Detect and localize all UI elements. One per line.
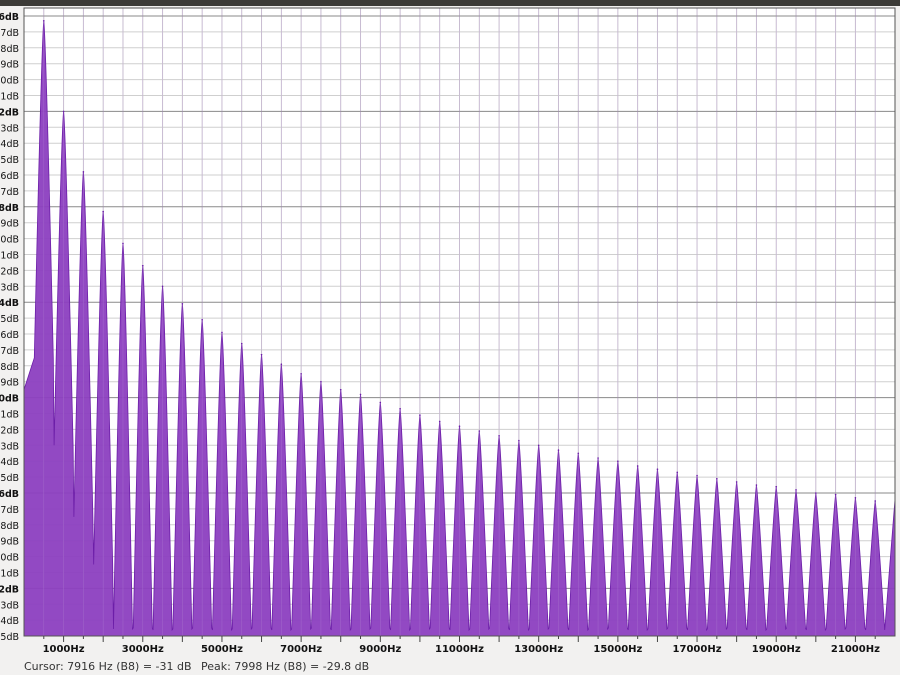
y-tick-label: 1dB [0, 92, 19, 103]
harmonic-peak-marker [696, 474, 698, 477]
x-tick-label: 15000Hz [593, 644, 642, 655]
y-tick-label: 1dB [0, 569, 19, 580]
harmonic-peak-marker [438, 420, 441, 423]
y-tick-label: 6dB [0, 12, 19, 23]
harmonic-peak-marker [834, 493, 837, 496]
y-tick-label: 3dB [0, 282, 19, 293]
harmonic-peak-marker [716, 477, 718, 480]
harmonic-peak-marker [498, 434, 500, 437]
y-tick-label: 0dB [0, 235, 19, 246]
y-tick-label: 7dB [0, 28, 19, 39]
spectrum-chart[interactable]: 6dB 7dB 8dB 9dB 0dB 1dB 2dB 3dB 4dB 5dB 6dB 7dB 8dB 9… [0, 6, 900, 658]
harmonic-peak-marker [676, 471, 679, 474]
harmonic-peak-marker [300, 372, 302, 375]
y-tick-label: 8dB [0, 362, 19, 373]
cursor-readout: Cursor: 7916 Hz (B8) = -31 dB [24, 660, 192, 673]
x-tick-label: 5000Hz [201, 644, 243, 655]
harmonic-peak-marker [399, 407, 401, 410]
y-tick-label: 2dB [0, 425, 19, 436]
x-tick-label: 1000Hz [43, 644, 85, 655]
y-tick-label: 5dB [0, 314, 19, 325]
y-tick-label: 8dB [0, 203, 19, 214]
y-tick-label: 4dB [0, 616, 19, 627]
harmonic-peak-marker [735, 481, 738, 483]
harmonic-peak-marker [201, 318, 203, 321]
y-tick-label: 9dB [0, 219, 19, 230]
y-tick-label: 8dB [0, 521, 19, 532]
y-tick-label: 7dB [0, 187, 19, 198]
harmonic-peak-marker [815, 492, 817, 494]
x-tick-label: 11000Hz [435, 644, 484, 655]
harmonic-peak-marker [82, 171, 85, 173]
y-tick-label: 0dB [0, 76, 19, 87]
y-tick-label: 0dB [0, 394, 19, 405]
harmonic-peak-marker [42, 19, 45, 22]
y-tick-label: 9dB [0, 537, 19, 548]
y-tick-label: 5dB [0, 473, 19, 484]
harmonic-peak-marker [379, 401, 382, 404]
harmonic-peak-marker [62, 110, 65, 113]
harmonic-peak-marker [240, 342, 243, 345]
y-tick-label: 8dB [0, 44, 19, 55]
harmonic-peak-marker [458, 425, 461, 428]
harmonic-peak-marker [478, 430, 481, 432]
y-tick-label: 3dB [0, 600, 19, 611]
harmonic-peak-marker [557, 449, 560, 451]
y-tick-label: 1dB [0, 251, 19, 262]
y-tick-label: 5dB [0, 632, 19, 643]
harmonic-peak-marker [755, 484, 758, 486]
x-tick-label: 9000Hz [359, 644, 401, 655]
y-tick-label: 1dB [0, 410, 19, 421]
peak-readout: Peak: 7998 Hz (B8) = -29.8 dB [201, 660, 370, 673]
y-tick-label: 9dB [0, 378, 19, 389]
harmonic-peak-marker [597, 457, 599, 459]
harmonic-peak-marker [617, 460, 619, 463]
harmonic-peak-marker [577, 452, 580, 455]
x-tick-label: 3000Hz [122, 644, 164, 655]
x-tick-label: 21000Hz [831, 644, 880, 655]
x-tick-label: 13000Hz [514, 644, 563, 655]
x-tick-label: 17000Hz [673, 644, 722, 655]
y-tick-label: 4dB [0, 457, 19, 468]
harmonic-peak-marker [141, 264, 144, 267]
harmonic-peak-marker [320, 380, 322, 383]
harmonic-peak-marker [260, 353, 263, 356]
y-tick-label: 2dB [0, 584, 19, 595]
harmonic-peak-marker [636, 465, 639, 467]
harmonic-peak-marker [339, 388, 342, 391]
harmonic-peak-marker [102, 210, 104, 213]
harmonic-peak-marker [122, 242, 124, 245]
y-tick-label: 9dB [0, 60, 19, 71]
harmonic-peak-marker [775, 485, 778, 488]
y-tick-label: 4dB [0, 298, 19, 309]
y-tick-label: 2dB [0, 266, 19, 277]
y-tick-label: 3dB [0, 441, 19, 452]
x-tick-label: 7000Hz [280, 644, 322, 655]
y-tick-label: 3dB [0, 123, 19, 134]
y-tick-label: 0dB [0, 553, 19, 564]
status-bar: Cursor: 7916 Hz (B8) = -31 dB Peak: 7998… [24, 660, 375, 673]
x-tick-label: 19000Hz [752, 644, 801, 655]
harmonic-peak-marker [419, 414, 421, 416]
harmonic-peak-marker [359, 393, 362, 396]
harmonic-peak-marker [854, 496, 857, 499]
harmonic-peak-marker [656, 468, 659, 470]
y-tick-label: 4dB [0, 139, 19, 150]
y-tick-label: 6dB [0, 330, 19, 341]
y-tick-label: 6dB [0, 171, 19, 182]
y-tick-label: 7dB [0, 346, 19, 357]
harmonic-peak-marker [161, 285, 164, 288]
harmonic-peak-marker [221, 331, 223, 334]
harmonic-peak-marker [795, 489, 797, 491]
harmonic-peak-marker [518, 439, 520, 442]
harmonic-peak-marker [537, 444, 540, 447]
harmonic-peak-marker [280, 363, 283, 366]
spectrum-plot-frame: 6dB 7dB 8dB 9dB 0dB 1dB 2dB 3dB 4dB 5dB 6dB 7dB 8dB 9… [0, 6, 900, 658]
harmonic-peak-marker [874, 500, 877, 502]
y-tick-label: 7dB [0, 505, 19, 516]
harmonic-peak-marker [181, 302, 184, 305]
y-tick-label: 5dB [0, 155, 19, 166]
y-tick-label: 6dB [0, 489, 19, 500]
y-tick-label: 2dB [0, 107, 19, 118]
